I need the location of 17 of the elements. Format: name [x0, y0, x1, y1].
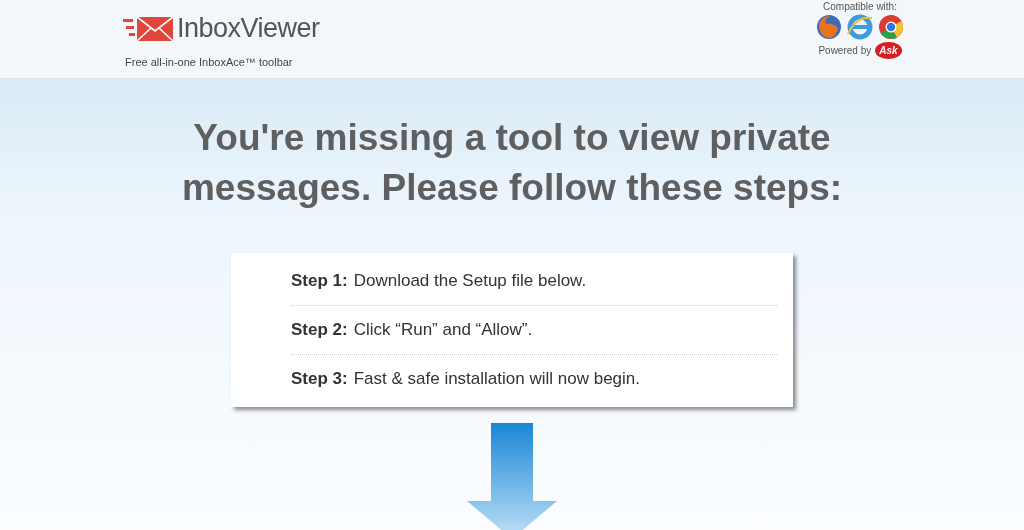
fox-globe-icon — [816, 14, 842, 40]
envelope-logo-icon — [123, 15, 175, 42]
step-label: Step 2: — [291, 320, 348, 340]
chrome-circle-icon — [878, 14, 904, 40]
down-arrow-icon — [467, 423, 557, 530]
step-label: Step 1: — [291, 271, 348, 291]
headline: You're missing a tool to view private messages. Please follow these steps: — [180, 116, 844, 210]
step-text: Fast & safe installation will now begin. — [353, 369, 640, 389]
brand-name: InboxViewer — [177, 13, 320, 44]
ask-logo: Ask — [875, 42, 902, 59]
step-label: Step 3: — [291, 369, 348, 389]
compatible-label: Compatible with: — [823, 1, 897, 12]
tagline: Free all-in-one InboxAce™ toolbar — [124, 56, 294, 68]
e-letter-icon — [846, 14, 874, 40]
powered-by-label: Powered by — [818, 45, 872, 56]
step-text: Download the Setup file below. — [353, 271, 587, 291]
step-text: Click “Run” and “Allow”. — [353, 320, 533, 340]
